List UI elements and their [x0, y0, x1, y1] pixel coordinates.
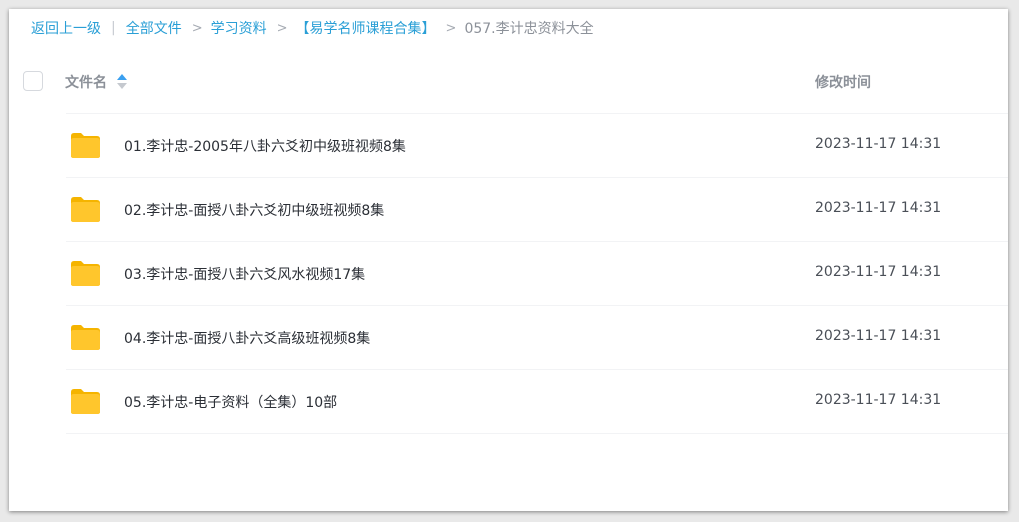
- sort-icon[interactable]: [117, 74, 127, 90]
- folder-icon: [71, 325, 100, 350]
- breadcrumb-item-all-files[interactable]: 全部文件: [126, 18, 182, 38]
- table-row[interactable]: 02.李计忠-面授八卦六爻初中级班视频8集 2023-11-17 14:31: [66, 178, 1008, 242]
- folder-icon: [71, 197, 100, 222]
- file-name[interactable]: 05.李计忠-电子资料（全集）10部: [124, 392, 337, 412]
- table-row[interactable]: 03.李计忠-面授八卦六爻风水视频17集 2023-11-17 14:31: [66, 242, 1008, 306]
- table-header: 文件名 修改时间: [9, 62, 1008, 102]
- file-name[interactable]: 02.李计忠-面授八卦六爻初中级班视频8集: [124, 200, 384, 220]
- breadcrumb-current: 057.李计忠资料大全: [464, 21, 594, 37]
- folder-icon: [71, 261, 100, 286]
- back-link[interactable]: 返回上一级: [31, 18, 101, 38]
- column-header-modified[interactable]: 修改时间: [815, 72, 871, 92]
- sort-ascending-icon: [117, 74, 127, 80]
- column-header-name[interactable]: 文件名: [65, 72, 127, 92]
- folder-icon: [71, 133, 100, 158]
- chevron-right-icon: >: [276, 20, 288, 36]
- select-all-checkbox[interactable]: [23, 71, 43, 91]
- chevron-right-icon: >: [191, 20, 203, 36]
- table-row[interactable]: 05.李计忠-电子资料（全集）10部 2023-11-17 14:31: [66, 370, 1008, 434]
- file-modified-time: 2023-11-17 14:31: [815, 392, 942, 408]
- file-modified-time: 2023-11-17 14:31: [815, 328, 942, 344]
- breadcrumb-item-study-materials[interactable]: 学习资料: [211, 18, 267, 38]
- breadcrumb: 返回上一级 | 全部文件 > 学习资料 > 【易学名师课程合集】 > 057.李…: [31, 18, 594, 38]
- column-header-name-label: 文件名: [65, 75, 107, 91]
- file-list: 01.李计忠-2005年八卦六爻初中级班视频8集 2023-11-17 14:3…: [9, 113, 1008, 434]
- file-name[interactable]: 04.李计忠-面授八卦六爻高级班视频8集: [124, 328, 370, 348]
- sort-descending-icon: [117, 83, 127, 89]
- file-name[interactable]: 01.李计忠-2005年八卦六爻初中级班视频8集: [124, 136, 406, 156]
- table-row[interactable]: 01.李计忠-2005年八卦六爻初中级班视频8集 2023-11-17 14:3…: [66, 113, 1008, 178]
- folder-icon: [71, 389, 100, 414]
- file-name[interactable]: 03.李计忠-面授八卦六爻风水视频17集: [124, 264, 365, 284]
- breadcrumb-item-course-collection[interactable]: 【易学名师课程合集】: [296, 18, 436, 38]
- file-modified-time: 2023-11-17 14:31: [815, 264, 942, 280]
- table-row[interactable]: 04.李计忠-面授八卦六爻高级班视频8集 2023-11-17 14:31: [66, 306, 1008, 370]
- file-browser-window: 返回上一级 | 全部文件 > 学习资料 > 【易学名师课程合集】 > 057.李…: [9, 9, 1008, 511]
- file-modified-time: 2023-11-17 14:31: [815, 200, 942, 216]
- file-modified-time: 2023-11-17 14:31: [815, 136, 942, 152]
- chevron-right-icon: >: [445, 20, 457, 36]
- breadcrumb-divider: |: [111, 20, 116, 36]
